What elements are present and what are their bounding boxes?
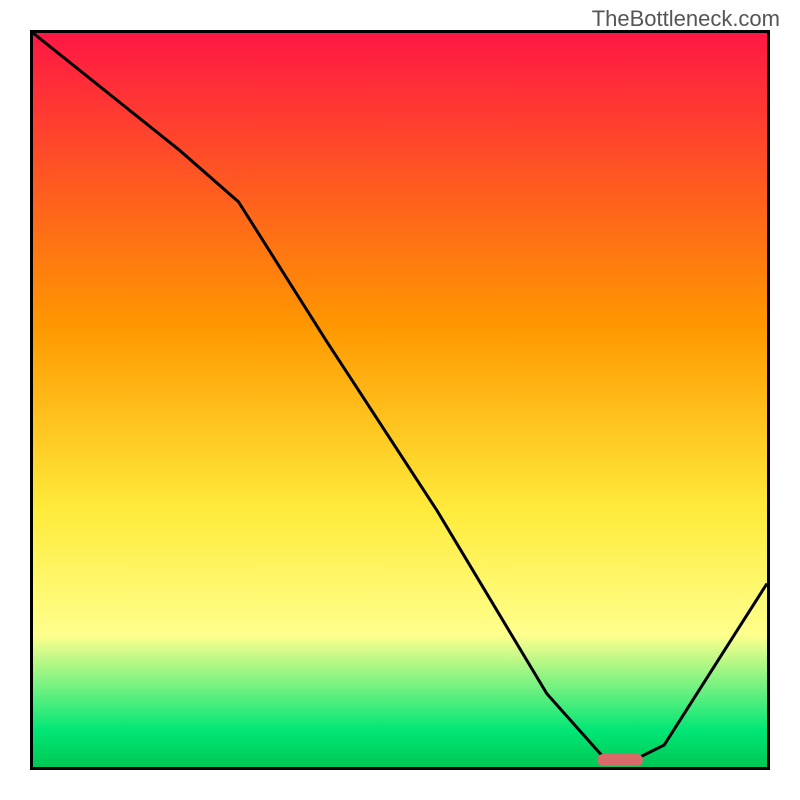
plot-area bbox=[30, 30, 770, 770]
watermark-text: TheBottleneck.com bbox=[592, 6, 780, 32]
optimal-marker bbox=[597, 754, 643, 766]
curve-line bbox=[33, 33, 767, 767]
chart-container: TheBottleneck.com bbox=[0, 0, 800, 800]
